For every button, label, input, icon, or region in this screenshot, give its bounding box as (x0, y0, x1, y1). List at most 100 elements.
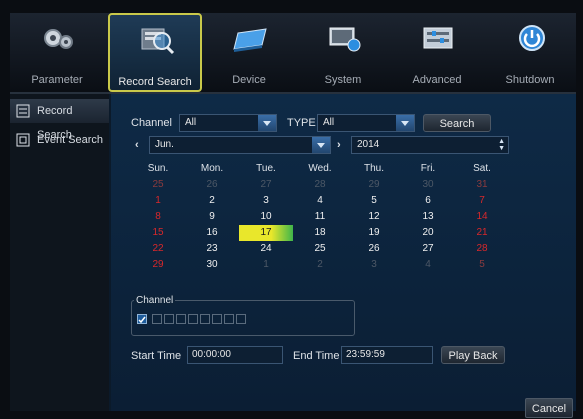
calendar-day[interactable]: 27 (401, 241, 455, 257)
channel-checkbox[interactable] (236, 314, 246, 324)
calendar-day[interactable]: 2 (293, 257, 347, 273)
month-select-value: Jun. (155, 139, 174, 150)
calendar-day[interactable]: 11 (293, 209, 347, 225)
calendar-day[interactable]: 30 (401, 177, 455, 193)
type-select[interactable]: All (317, 114, 415, 132)
calendar-day[interactable]: 24 (239, 241, 293, 257)
calendar-week: 8 9 10 11 12 13 14 (131, 209, 509, 225)
chevron-down-icon (258, 115, 276, 131)
start-time-field[interactable]: 00:00:00 (187, 346, 283, 364)
calendar-day[interactable]: 16 (185, 225, 239, 241)
toolbar-shutdown[interactable]: Shutdown (484, 13, 576, 92)
calendar-week: 1 2 3 4 5 6 7 (131, 193, 509, 209)
calendar-day[interactable]: 10 (239, 209, 293, 225)
toolbar-advanced[interactable]: Advanced (390, 13, 484, 92)
toolbar-record-search[interactable]: Record Search (108, 13, 202, 92)
calendar-day[interactable]: 3 (239, 193, 293, 209)
toolbar-parameter[interactable]: Parameter (10, 13, 104, 92)
toolbar-label: Shutdown (505, 74, 555, 86)
system-monitor-icon (329, 27, 361, 52)
power-icon (519, 25, 545, 51)
channel-checkbox[interactable] (200, 314, 210, 324)
toolbar-label: Advanced (412, 74, 462, 86)
channel-label: Channel (131, 117, 172, 129)
type-select-value: All (323, 117, 335, 128)
calendar-day[interactable]: 26 (347, 241, 401, 257)
calendar-day[interactable]: 7 (455, 193, 509, 209)
calendar-day[interactable]: 6 (401, 193, 455, 209)
channel-checkbox[interactable] (224, 314, 234, 324)
calendar-day[interactable]: 9 (185, 209, 239, 225)
calendar-day-selected[interactable]: 17 (239, 225, 293, 241)
calendar-day[interactable]: 4 (293, 193, 347, 209)
calendar-day[interactable]: 14 (455, 209, 509, 225)
sidebar-item-event-search[interactable]: Event Search (10, 128, 109, 152)
calendar-week: 25 26 27 28 29 30 31 (131, 177, 509, 193)
calendar-day[interactable]: 4 (401, 257, 455, 273)
dvr-window: Parameter Record Search Device System Ad… (10, 13, 576, 418)
channel-checkbox[interactable] (188, 314, 198, 324)
sidebar-item-label: Event Search (37, 134, 104, 146)
month-select[interactable]: Jun. (149, 136, 331, 154)
calendar-day[interactable]: 8 (131, 209, 185, 225)
year-stepper-value: 2014 (357, 139, 380, 150)
toolbar-device[interactable]: Device (202, 13, 296, 92)
channel-select[interactable]: All (179, 114, 277, 132)
calendar-day[interactable]: 25 (131, 177, 185, 193)
calendar-day[interactable]: 18 (293, 225, 347, 241)
weekday-label: Fri. (420, 163, 436, 174)
type-label: TYPE (287, 117, 316, 129)
channel-checkbox[interactable] (152, 314, 162, 324)
calendar-day[interactable]: 5 (347, 193, 401, 209)
calendar-week: 22 23 24 25 26 27 28 (131, 241, 509, 257)
calendar-day[interactable]: 13 (401, 209, 455, 225)
stepper-icon[interactable]: ▲ ▼ (498, 138, 505, 152)
prev-month-icon[interactable]: ‹ (135, 139, 139, 151)
calendar-day[interactable]: 27 (239, 177, 293, 193)
calendar-day[interactable]: 30 (185, 257, 239, 273)
main-toolbar: Parameter Record Search Device System Ad… (10, 13, 576, 94)
weekday-label: Mon. (200, 163, 224, 174)
calendar-day[interactable]: 29 (131, 257, 185, 273)
channel-checkbox[interactable] (164, 314, 174, 324)
weekday-label: Sun. (147, 163, 169, 174)
calendar-day[interactable]: 22 (131, 241, 185, 257)
channel-checkbox[interactable] (212, 314, 222, 324)
cancel-button[interactable]: Cancel (525, 398, 573, 418)
year-stepper[interactable]: 2014 ▲ ▼ (351, 136, 509, 154)
toolbar-label: Device (232, 74, 266, 86)
calendar-day[interactable]: 1 (239, 257, 293, 273)
weekday-label: Tue. (256, 163, 276, 174)
search-button[interactable]: Search (423, 114, 491, 132)
calendar-day[interactable]: 12 (347, 209, 401, 225)
calendar-day[interactable]: 29 (347, 177, 401, 193)
calendar-day[interactable]: 23 (185, 241, 239, 257)
toolbar-label: System (324, 74, 362, 86)
record-search-icon (16, 104, 30, 118)
channel-group: Channel (131, 295, 355, 336)
sidebar: Record Search Event Search (10, 94, 109, 411)
calendar-day[interactable]: 31 (455, 177, 509, 193)
calendar-day[interactable]: 5 (455, 257, 509, 273)
calendar-day[interactable]: 28 (293, 177, 347, 193)
calendar-day[interactable]: 28 (455, 241, 509, 257)
calendar-day[interactable]: 2 (185, 193, 239, 209)
calendar-day[interactable]: 21 (455, 225, 509, 241)
next-month-icon[interactable]: › (337, 139, 341, 151)
calendar-day[interactable]: 25 (293, 241, 347, 257)
record-search-panel: Channel All TYPE All Search ‹ Jun. › 201… (111, 94, 576, 418)
calendar-day[interactable]: 1 (131, 193, 185, 209)
calendar-day[interactable]: 20 (401, 225, 455, 241)
weekday-label: Thu. (363, 163, 384, 174)
calendar-day[interactable]: 19 (347, 225, 401, 241)
play-back-button[interactable]: Play Back (441, 346, 505, 364)
toolbar-system[interactable]: System (296, 13, 390, 92)
end-time-field[interactable]: 23:59:59 (341, 346, 433, 364)
calendar-day[interactable]: 3 (347, 257, 401, 273)
channel-all-checkbox[interactable] (137, 314, 147, 324)
channel-checkbox[interactable] (176, 314, 186, 324)
sidebar-item-record-search[interactable]: Record Search (10, 99, 109, 141)
calendar-day[interactable]: 26 (185, 177, 239, 193)
calendar-day[interactable]: 15 (131, 225, 185, 241)
weekday-label: Wed. (308, 163, 332, 174)
